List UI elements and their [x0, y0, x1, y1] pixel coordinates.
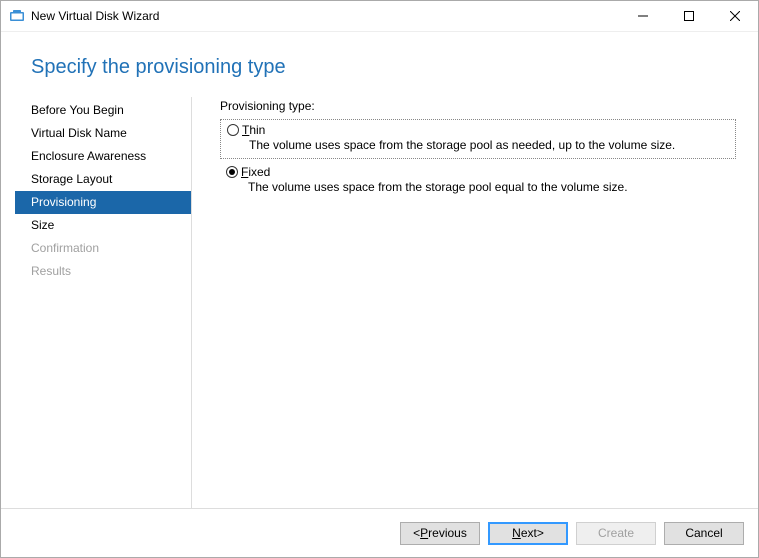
maximize-button[interactable]: [666, 1, 712, 31]
fixed-option-description: The volume uses space from the storage p…: [248, 180, 736, 194]
create-button: Create: [576, 522, 656, 545]
thin-option-focus-frame: Thin The volume uses space from the stor…: [220, 119, 736, 159]
minimize-button[interactable]: [620, 1, 666, 31]
wizard-icon: [9, 8, 25, 24]
fixed-radio[interactable]: [226, 166, 238, 178]
fixed-radio-label[interactable]: Fixed: [241, 165, 270, 179]
thin-radio-label[interactable]: Thin: [242, 123, 265, 137]
close-button[interactable]: [712, 1, 758, 31]
step-storage-layout[interactable]: Storage Layout: [15, 168, 191, 191]
cancel-button[interactable]: Cancel: [664, 522, 744, 545]
wizard-window: New Virtual Disk Wizard Specify the prov…: [0, 0, 759, 558]
step-provisioning[interactable]: Provisioning: [15, 191, 191, 214]
next-button[interactable]: Next >: [488, 522, 568, 545]
step-results: Results: [15, 260, 191, 283]
window-controls: [620, 1, 758, 31]
thin-radio[interactable]: [227, 124, 239, 136]
titlebar: New Virtual Disk Wizard: [1, 1, 758, 31]
provisioning-type-label: Provisioning type:: [220, 99, 736, 113]
wizard-steps-sidebar: Before You Begin Virtual Disk Name Enclo…: [15, 97, 192, 508]
wizard-footer: < Previous Next > Create Cancel: [1, 508, 758, 557]
provisioning-panel: Provisioning type: Thin The volume uses …: [192, 97, 758, 508]
thin-option-row[interactable]: Thin: [227, 123, 729, 137]
fixed-option-row[interactable]: Fixed: [226, 165, 736, 179]
step-size[interactable]: Size: [15, 214, 191, 237]
window-title: New Virtual Disk Wizard: [31, 9, 159, 23]
step-before-you-begin[interactable]: Before You Begin: [15, 99, 191, 122]
step-enclosure-awareness[interactable]: Enclosure Awareness: [15, 145, 191, 168]
wizard-content: Specify the provisioning type Before You…: [1, 31, 758, 557]
thin-option-description: The volume uses space from the storage p…: [249, 138, 729, 152]
step-virtual-disk-name[interactable]: Virtual Disk Name: [15, 122, 191, 145]
step-confirmation: Confirmation: [15, 237, 191, 260]
page-heading: Specify the provisioning type: [1, 32, 758, 97]
previous-button[interactable]: < Previous: [400, 522, 480, 545]
fixed-option-block: Fixed The volume uses space from the sto…: [220, 165, 736, 194]
main-columns: Before You Begin Virtual Disk Name Enclo…: [1, 97, 758, 508]
